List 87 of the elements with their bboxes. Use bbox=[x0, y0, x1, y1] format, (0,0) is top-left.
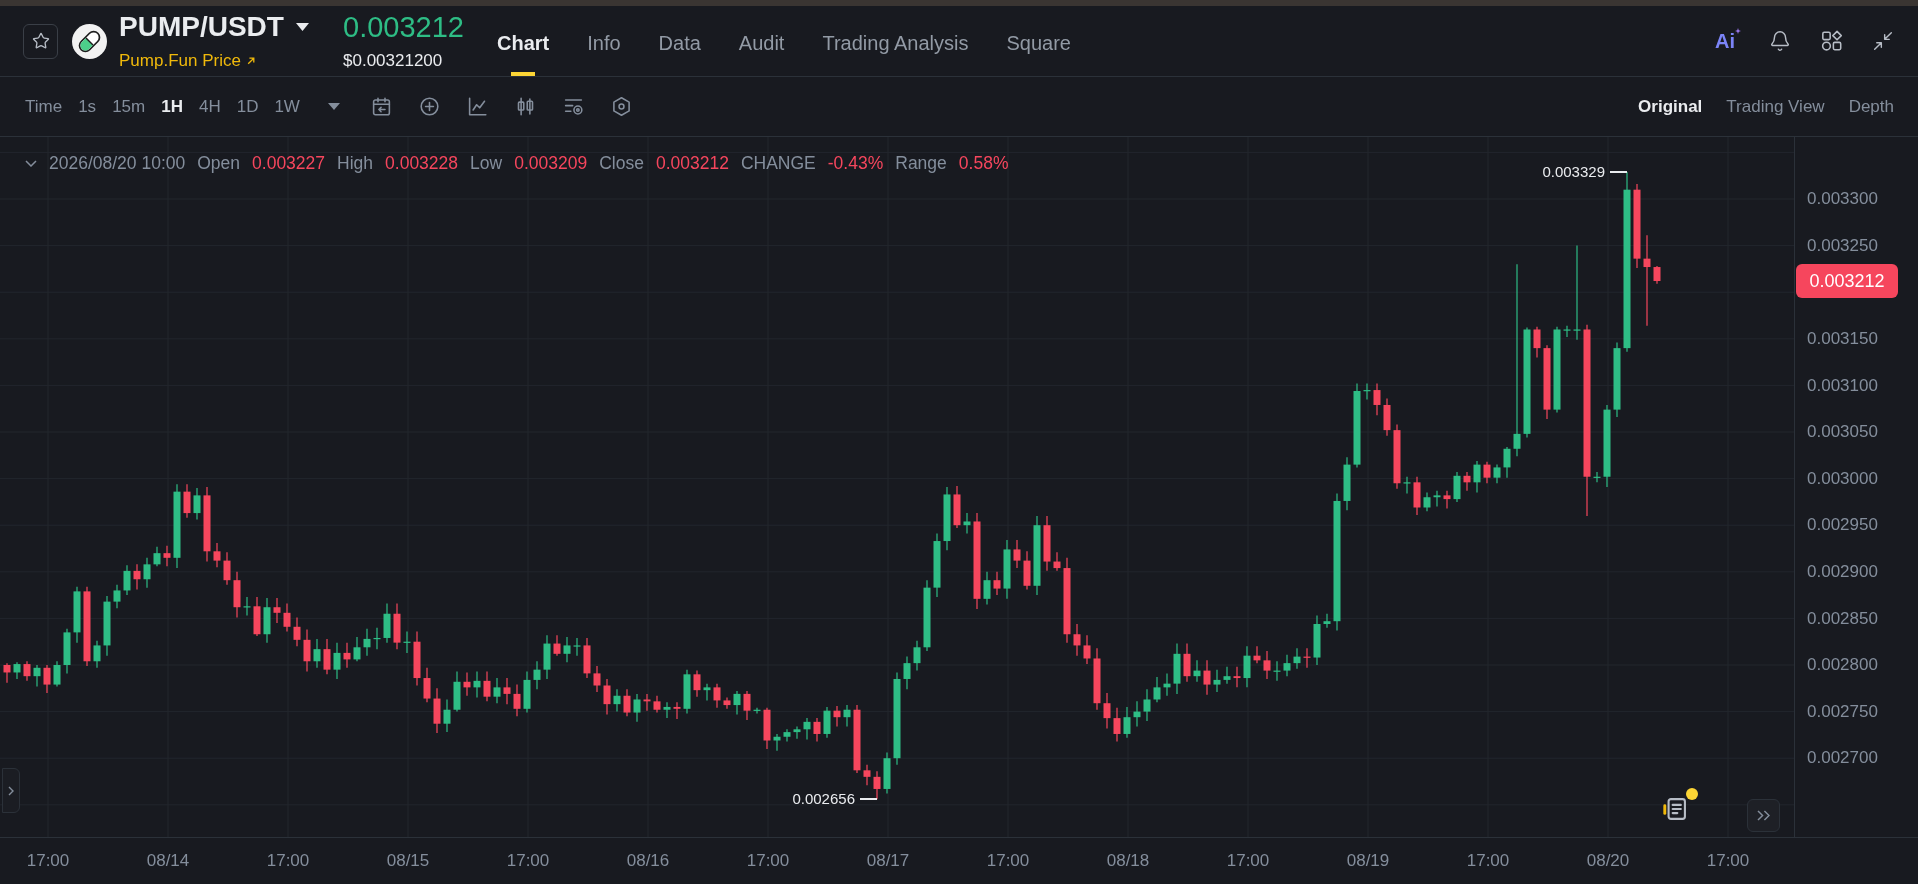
ai-button[interactable]: Ai bbox=[1715, 31, 1739, 51]
price-axis-label: 0.002950 bbox=[1807, 514, 1878, 537]
legend-label: CHANGE bbox=[740, 151, 816, 175]
time-axis-label: 17:00 bbox=[1466, 850, 1510, 873]
price-axis-label: 0.002800 bbox=[1807, 654, 1878, 677]
price-axis-label: 0.003050 bbox=[1807, 421, 1878, 444]
low-price-label: 0.002656 bbox=[792, 788, 855, 809]
hexagon-icon[interactable] bbox=[610, 96, 632, 117]
time-axis-label: 17:00 bbox=[986, 850, 1030, 873]
price-axis-label: 0.002750 bbox=[1807, 700, 1878, 723]
legend-label: Close bbox=[599, 151, 644, 175]
high-price-label: 0.003329 bbox=[1542, 161, 1605, 182]
price-axis-label: 0.002700 bbox=[1807, 747, 1878, 770]
price-axis-label: 0.003250 bbox=[1807, 234, 1878, 257]
arrow-up-right-icon bbox=[246, 57, 255, 65]
time-axis-label: 08/20 bbox=[1586, 850, 1630, 873]
chevron-right-icon bbox=[8, 785, 14, 796]
pair-selector[interactable]: PUMP/USDT bbox=[119, 11, 331, 43]
interval-option[interactable]: 1s bbox=[78, 93, 97, 120]
leader-line bbox=[860, 798, 877, 800]
nav-tab[interactable]: Chart bbox=[497, 31, 550, 76]
legend-value: 0.58% bbox=[958, 151, 1009, 175]
price-axis-label: 0.002900 bbox=[1807, 561, 1878, 583]
legend-label: High bbox=[337, 151, 374, 175]
double-chevron-right-icon bbox=[1757, 810, 1770, 821]
price-axis-label: 0.003150 bbox=[1807, 328, 1878, 350]
interval-option[interactable]: 1W bbox=[274, 93, 300, 120]
plus-circle-icon[interactable] bbox=[418, 96, 440, 117]
time-axis-label: 17:00 bbox=[1226, 850, 1270, 873]
line-chart-icon[interactable] bbox=[466, 96, 488, 117]
price-axis-label: 0.003300 bbox=[1807, 188, 1878, 211]
nav-tab[interactable]: Trading Analysis bbox=[822, 31, 969, 76]
interval-option[interactable]: Time bbox=[25, 93, 63, 120]
news-icon[interactable] bbox=[1661, 795, 1689, 823]
current-price-badge: 0.003212 bbox=[1796, 264, 1898, 298]
price-axis-label: 0.003000 bbox=[1807, 467, 1878, 490]
last-price: 0.003212 bbox=[343, 11, 465, 43]
interval-option[interactable]: 15m bbox=[112, 93, 146, 120]
legend-label: Range bbox=[895, 151, 947, 175]
scroll-to-latest-button[interactable] bbox=[1747, 799, 1780, 832]
chevron-down-icon[interactable] bbox=[25, 159, 37, 167]
time-axis-label: 08/18 bbox=[1106, 850, 1150, 873]
time-axis-label: 08/14 bbox=[146, 850, 190, 873]
leader-line bbox=[1610, 171, 1627, 173]
usd-price: $0.00321200 bbox=[343, 51, 444, 71]
legend-label: Open bbox=[197, 151, 241, 175]
time-axis-label: 17:00 bbox=[1706, 850, 1750, 873]
nav-tab[interactable]: Audit bbox=[738, 31, 785, 76]
time-axis-label: 17:00 bbox=[506, 850, 550, 873]
view-option[interactable]: Trading View bbox=[1726, 93, 1825, 120]
price-axis-label: 0.003100 bbox=[1807, 374, 1878, 397]
interval-option[interactable]: 1D bbox=[236, 93, 259, 120]
time-axis-label: 17:00 bbox=[26, 850, 70, 873]
notification-bell-icon[interactable] bbox=[1769, 30, 1791, 52]
nav-tab[interactable]: Square bbox=[1006, 31, 1071, 76]
legend-datetime: 2026/08/20 10:00 bbox=[49, 151, 186, 175]
nav-tab[interactable]: Data bbox=[658, 31, 701, 76]
side-panel-toggle[interactable] bbox=[2, 768, 20, 813]
pill-icon bbox=[72, 23, 107, 59]
interval-option[interactable]: 4H bbox=[198, 93, 221, 120]
minimize-icon[interactable] bbox=[1873, 31, 1893, 51]
time-axis-label: 17:00 bbox=[746, 850, 790, 873]
interval-option[interactable]: 1H bbox=[161, 93, 183, 120]
price-page-link[interactable]: Pump.Fun Price bbox=[119, 51, 255, 71]
legend-value: 0.003228 bbox=[385, 151, 459, 175]
settings-list-icon[interactable] bbox=[562, 96, 584, 117]
star-icon bbox=[31, 32, 50, 50]
calendar-icon[interactable] bbox=[370, 96, 392, 117]
time-axis-label: 08/15 bbox=[386, 850, 430, 873]
legend-value: 0.003209 bbox=[514, 151, 588, 175]
apps-grid-icon[interactable] bbox=[1821, 30, 1843, 52]
time-axis-label: 08/19 bbox=[1346, 850, 1390, 873]
legend-label: Low bbox=[470, 151, 503, 175]
time-axis-label: 17:00 bbox=[266, 850, 310, 873]
price-axis-label: 0.002850 bbox=[1807, 607, 1878, 630]
favorite-button[interactable] bbox=[23, 23, 58, 59]
legend-value: 0.003212 bbox=[655, 151, 729, 175]
legend-value: -0.43% bbox=[827, 151, 884, 175]
nav-tab[interactable]: Info bbox=[587, 31, 621, 76]
view-option[interactable]: Original bbox=[1638, 93, 1703, 120]
sparkle-icon bbox=[1735, 28, 1741, 34]
time-axis-label: 08/17 bbox=[866, 850, 910, 873]
view-option[interactable]: Depth bbox=[1848, 93, 1894, 120]
caret-down-icon[interactable] bbox=[327, 103, 340, 110]
caret-down-icon bbox=[295, 23, 309, 31]
time-axis-label: 08/16 bbox=[626, 850, 670, 873]
legend-value: 0.003227 bbox=[252, 151, 326, 175]
